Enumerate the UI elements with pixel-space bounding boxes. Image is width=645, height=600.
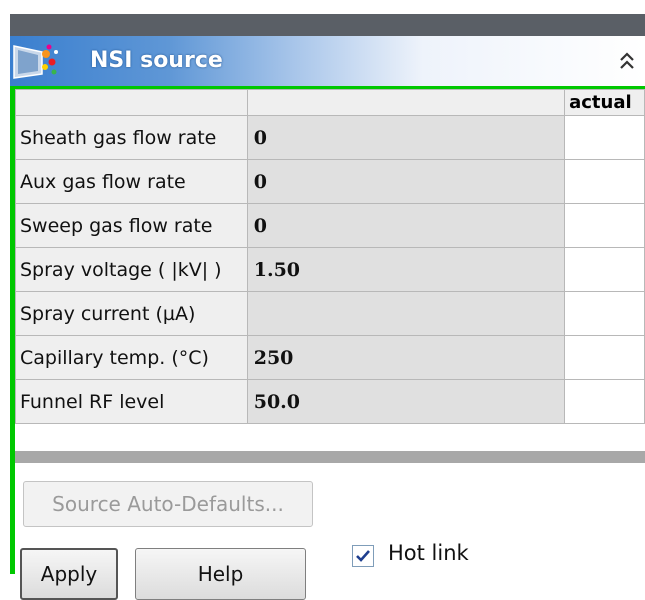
row-actual-cell — [564, 335, 645, 380]
double-chevron-up-icon[interactable] — [617, 49, 637, 73]
row-value-field — [246, 291, 566, 336]
row-actual-cell — [564, 159, 645, 204]
row-actual-cell — [564, 203, 645, 248]
column-header-actual: actual — [564, 89, 645, 116]
row-value-field[interactable]: 0 — [246, 115, 566, 160]
row-label: Spray voltage ( |kV| ) — [15, 247, 248, 292]
table-row: Spray current (µA) — [15, 291, 645, 336]
row-value-field[interactable]: 50.0 — [246, 379, 566, 424]
row-actual-cell — [564, 291, 645, 336]
header-blank-cell — [15, 89, 248, 116]
table-row: Spray voltage ( |kV| ) 1.50 — [15, 247, 645, 292]
row-label: Capillary temp. (°C) — [15, 335, 248, 380]
apply-button[interactable]: Apply — [20, 548, 118, 600]
row-value-field[interactable]: 0 — [246, 203, 566, 248]
table-header-row: actual — [15, 89, 645, 116]
panel-content: actual Sheath gas flow rate 0 Aux gas fl… — [10, 86, 645, 600]
row-label: Funnel RF level — [15, 379, 248, 424]
header-setpoint-cell — [246, 89, 566, 116]
row-label: Spray current (µA) — [15, 291, 248, 336]
checkmark-icon — [356, 550, 370, 562]
table-row: Aux gas flow rate 0 — [15, 159, 645, 204]
panel-title-bar[interactable]: NSI source — [10, 36, 645, 86]
nsi-source-app-icon — [13, 44, 58, 79]
row-label: Sweep gas flow rate — [15, 203, 248, 248]
table-row: Sweep gas flow rate 0 — [15, 203, 645, 248]
row-actual-cell — [564, 247, 645, 292]
nsi-source-panel: NSI source actual Sheath gas flow rate 0… — [10, 26, 645, 600]
row-label: Sheath gas flow rate — [15, 115, 248, 160]
table-row: Capillary temp. (°C) 250 — [15, 335, 645, 380]
hot-link-label[interactable]: Hot link — [388, 541, 469, 565]
parameter-table: actual Sheath gas flow rate 0 Aux gas fl… — [15, 89, 645, 424]
row-actual-cell — [564, 379, 645, 424]
horizontal-scrollbar[interactable] — [15, 451, 645, 463]
hot-link-checkbox[interactable] — [352, 545, 374, 567]
source-auto-defaults-button[interactable]: Source Auto-Defaults... — [23, 481, 313, 527]
table-row: Sheath gas flow rate 0 — [15, 115, 645, 160]
table-row: Funnel RF level 50.0 — [15, 379, 645, 424]
help-button[interactable]: Help — [135, 548, 306, 600]
row-value-field[interactable]: 250 — [246, 335, 566, 380]
panel-title: NSI source — [90, 48, 223, 73]
top-strip — [0, 0, 645, 14]
row-label: Aux gas flow rate — [15, 159, 248, 204]
row-actual-cell — [564, 115, 645, 160]
row-value-field[interactable]: 0 — [246, 159, 566, 204]
row-value-field[interactable]: 1.50 — [246, 247, 566, 292]
